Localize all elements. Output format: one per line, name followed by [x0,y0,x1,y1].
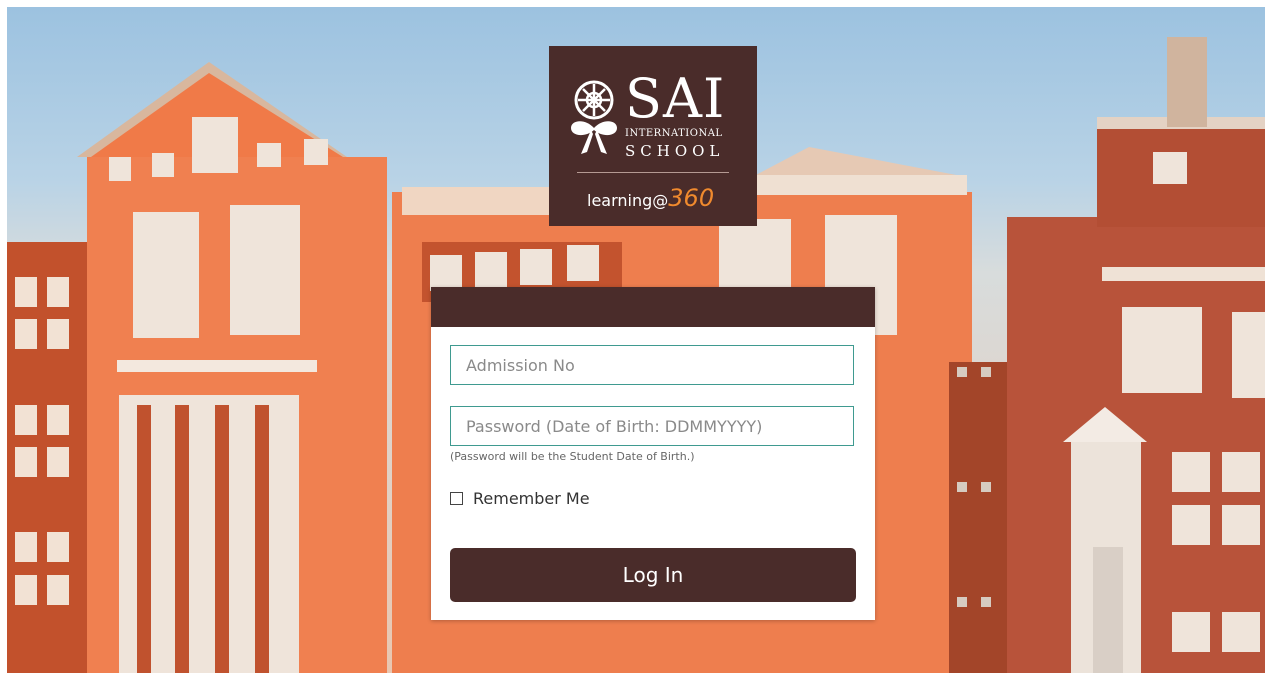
remember-me-checkbox[interactable] [450,491,463,505]
remember-me-toggle[interactable]: Remember Me [450,487,590,509]
school-emblem-icon [571,80,617,154]
logo-divider [577,172,729,173]
login-card-header [431,287,875,327]
brand-name: SAI [625,67,726,130]
tagline-prefix: learning@ [587,191,669,210]
brand-school: SCHOOL [625,142,725,160]
admission-number-input[interactable] [450,345,854,385]
remember-me-label: Remember Me [473,488,590,508]
login-card: (Password will be the Student Date of Bi… [431,287,875,620]
brand-tagline: learning@360 [587,184,714,212]
brand-subtitle: INTERNATIONAL [625,128,723,139]
password-input[interactable] [450,406,854,446]
password-hint: (Password will be the Student Date of Bi… [450,450,695,463]
tagline-suffix: 360 [668,184,715,212]
school-logo: SAI INTERNATIONAL SCHOOL learning@360 [549,46,757,226]
login-button[interactable]: Log In [450,548,856,602]
